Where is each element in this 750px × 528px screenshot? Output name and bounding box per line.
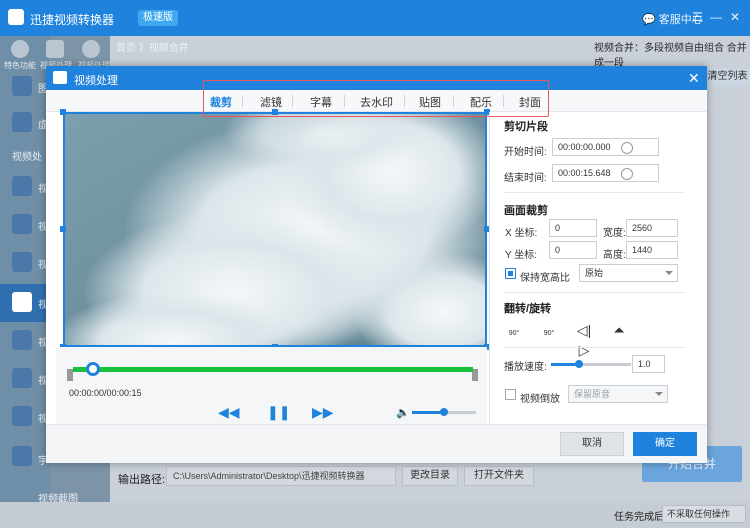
list-icon xyxy=(12,214,32,234)
x-coord-input[interactable]: 0 xyxy=(549,219,597,237)
video-process-dialog: 视频处理 ✕ 裁剪 滤镜 字幕 去水印 贴图 配乐 封面 00:00:00/00… xyxy=(46,66,707,463)
app-title: 迅捷视频转换器 xyxy=(30,13,115,27)
reverse-audio-value: 保留原音 xyxy=(574,389,611,399)
height-label: 高度: xyxy=(603,250,626,261)
reset-end-icon[interactable] xyxy=(621,168,633,180)
y-coord-input[interactable]: 0 xyxy=(549,241,597,259)
star-icon xyxy=(12,446,32,466)
after-done-value: 不采取任何操作 xyxy=(667,509,731,519)
flip-horizontal-icon[interactable]: ◁|▷ xyxy=(574,320,594,358)
y-coord-label: Y 坐标: xyxy=(505,250,538,261)
merge-description: 视频合并：多段视频自由组合 合并成一段 xyxy=(594,43,747,69)
rotate-left-90-icon[interactable]: 90° xyxy=(504,320,524,340)
list-icon xyxy=(12,176,32,196)
list-icon xyxy=(12,76,32,96)
chevron-down-icon xyxy=(655,392,663,396)
output-path-field[interactable]: C:\Users\Administrator\Desktop\迅捷视频转换器 xyxy=(166,466,396,486)
open-folder-button[interactable]: 打开文件夹 xyxy=(464,466,534,486)
menu-icon[interactable]: ☰ xyxy=(692,10,703,24)
width-input[interactable]: 2560 xyxy=(626,219,678,237)
list-icon xyxy=(12,112,32,132)
dialog-close-icon[interactable]: ✕ xyxy=(688,70,700,87)
section-label: 视频处 xyxy=(12,152,42,163)
x-coord-label: X 坐标: xyxy=(505,228,538,239)
reverse-checkbox[interactable] xyxy=(505,389,516,400)
list-icon xyxy=(12,330,32,350)
volume-thumb[interactable] xyxy=(440,408,448,416)
rotate-right-90-icon[interactable]: 90° xyxy=(539,320,559,340)
flip-vertical-icon[interactable]: ⏶ xyxy=(609,320,629,340)
change-dir-button[interactable]: 更改目录 xyxy=(402,466,458,486)
clear-list-button[interactable]: 清空列表 xyxy=(705,68,750,86)
output-path-label: 输出路径: xyxy=(118,474,166,486)
list-icon xyxy=(12,292,32,312)
start-time-input[interactable]: 00:00:00.000 xyxy=(552,138,659,156)
keep-ratio-label: 保持宽高比 xyxy=(520,273,570,284)
breadcrumb: 首页 》视频合并 xyxy=(116,43,189,54)
list-icon xyxy=(12,368,32,388)
crop-frame[interactable] xyxy=(63,112,487,347)
clip-section-title: 剪切片段 xyxy=(504,121,548,133)
crop-handle[interactable] xyxy=(60,109,66,115)
crop-handle[interactable] xyxy=(60,226,66,232)
divider xyxy=(504,292,684,293)
feature-tool-icon[interactable] xyxy=(11,40,29,58)
crop-section-title: 画面裁剪 xyxy=(504,205,548,217)
app-logo-icon xyxy=(8,9,24,25)
edition-badge: 极速版 xyxy=(138,10,178,26)
rotate-left-label: 90° xyxy=(508,330,520,337)
height-input[interactable]: 1440 xyxy=(626,241,678,259)
panel-divider xyxy=(489,112,490,424)
start-time-label: 开始时间: xyxy=(504,147,547,158)
minimize-icon[interactable]: — xyxy=(710,10,722,24)
video-process-tool-icon[interactable] xyxy=(46,40,64,58)
list-icon xyxy=(12,406,32,426)
timeline-track[interactable] xyxy=(73,367,473,372)
end-time-label: 结束时间: xyxy=(504,173,547,184)
extra-tool-icon[interactable] xyxy=(82,40,100,58)
after-done-label: 任务完成后 xyxy=(614,512,664,523)
rotate-right-label: 90° xyxy=(543,330,555,337)
width-label: 宽度: xyxy=(603,228,626,239)
pause-icon[interactable]: ❚❚ xyxy=(267,404,290,421)
chevron-down-icon xyxy=(665,271,673,275)
fast-forward-icon[interactable]: ▶▶ xyxy=(312,404,334,421)
ok-button[interactable]: 确定 xyxy=(633,432,697,456)
sidebar-item-features[interactable]: 特色功能 xyxy=(4,60,36,71)
tab-highlight-box xyxy=(203,80,549,117)
ratio-select[interactable]: 原始 xyxy=(579,264,678,282)
speed-value: 1.0 xyxy=(638,359,651,369)
speed-thumb[interactable] xyxy=(575,360,583,368)
volume-icon[interactable]: 🔈 xyxy=(396,406,410,419)
timeline-playhead[interactable] xyxy=(86,362,100,376)
list-icon xyxy=(12,252,32,272)
film-icon xyxy=(53,71,67,84)
rewind-icon[interactable]: ◀◀ xyxy=(218,404,240,421)
speed-label: 播放速度: xyxy=(504,362,547,373)
reverse-label: 视频倒放 xyxy=(520,394,560,405)
dialog-title: 视频处理 xyxy=(74,75,118,87)
end-time-input[interactable]: 00:00:15.648 xyxy=(552,164,659,182)
reset-start-icon[interactable] xyxy=(621,142,633,154)
close-app-icon[interactable]: ✕ xyxy=(730,10,740,24)
flip-section-title: 翻转/旋转 xyxy=(504,303,552,315)
speed-input[interactable]: 1.0 xyxy=(632,355,665,373)
ratio-value: 原始 xyxy=(585,268,604,278)
divider xyxy=(504,347,684,348)
cancel-button[interactable]: 取消 xyxy=(560,432,624,456)
after-done-select[interactable]: 不采取任何操作 xyxy=(662,505,746,523)
divider xyxy=(504,192,684,193)
time-display: 00:00:00/00:00:15 xyxy=(69,388,142,398)
keep-ratio-checkbox[interactable] xyxy=(505,268,516,279)
reverse-audio-select[interactable]: 保留原音 xyxy=(568,385,668,403)
